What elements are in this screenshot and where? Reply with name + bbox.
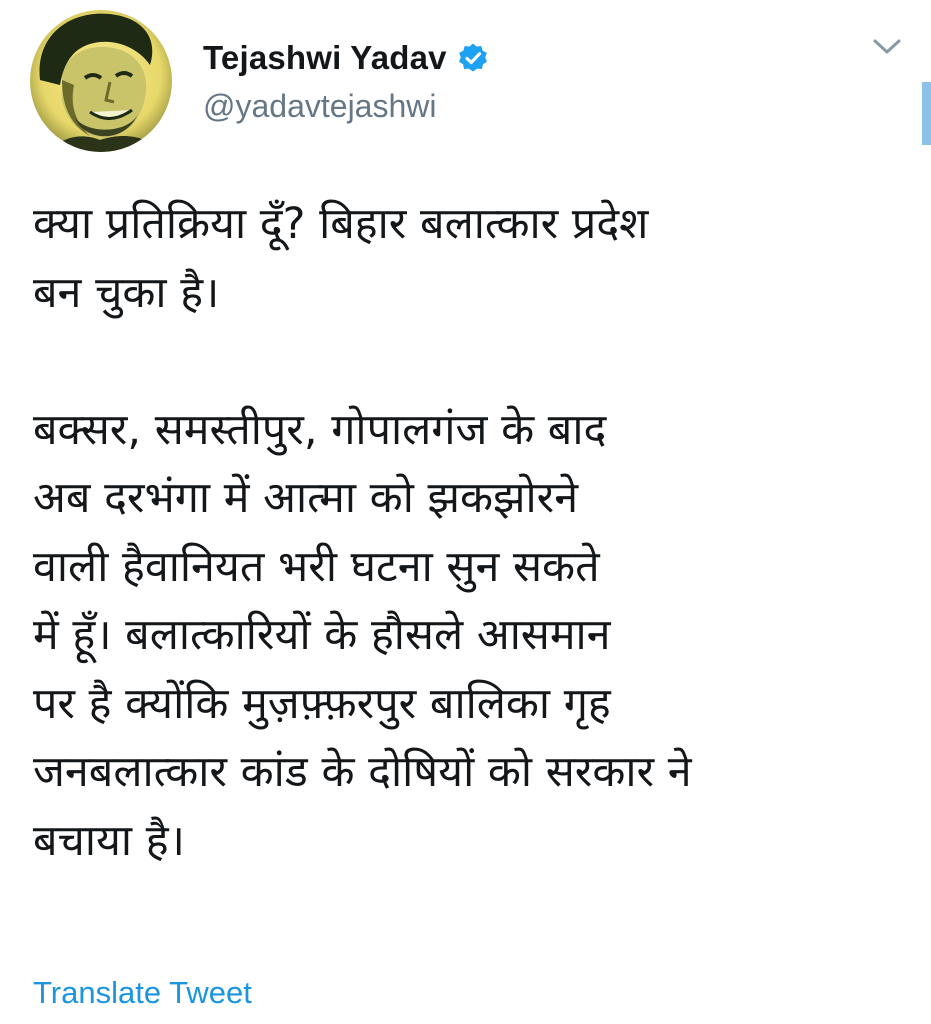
tweet-line: पर है क्योंकि मुज़फ़्फ़रपुर बालिका गृह	[33, 678, 611, 729]
chevron-down-icon[interactable]	[872, 36, 902, 58]
author-name-row[interactable]: Tejashwi Yadav	[203, 36, 489, 80]
tweet-line: बन चुका है।	[33, 267, 220, 318]
avatar[interactable]	[30, 10, 172, 152]
tweet-line: जनबलात्कार कांड के दोषियों को सरकार ने	[33, 747, 692, 797]
tweet-line: बचाया है।	[33, 815, 185, 866]
tweet-line: वाली हैवानियत भरी घटना सुन सकते	[33, 541, 600, 592]
author-handle[interactable]: @yadavtejashwi	[203, 88, 436, 125]
scroll-indicator	[922, 82, 931, 145]
tweet-line: क्या प्रतिक्रिया दूँ? बिहार बलात्कार प्र…	[33, 199, 649, 249]
tweet-line: में हूँ। बलात्कारियों के हौसले आसमान	[33, 610, 611, 660]
tweet-text: क्या प्रतिक्रिया दूँ? बिहार बलात्कार प्र…	[33, 190, 913, 875]
author-display-name[interactable]: Tejashwi Yadav	[203, 39, 447, 77]
profile-photo	[30, 10, 172, 152]
paragraph-break	[33, 327, 913, 396]
tweet-line: अब दरभंगा में आत्मा को झकझोरने	[33, 473, 579, 523]
translate-tweet-link[interactable]: Translate Tweet	[33, 975, 252, 1011]
tweet-line: बक्सर, समस्तीपुर, गोपालगंज के बाद	[33, 404, 607, 455]
verified-badge-icon	[458, 43, 487, 72]
